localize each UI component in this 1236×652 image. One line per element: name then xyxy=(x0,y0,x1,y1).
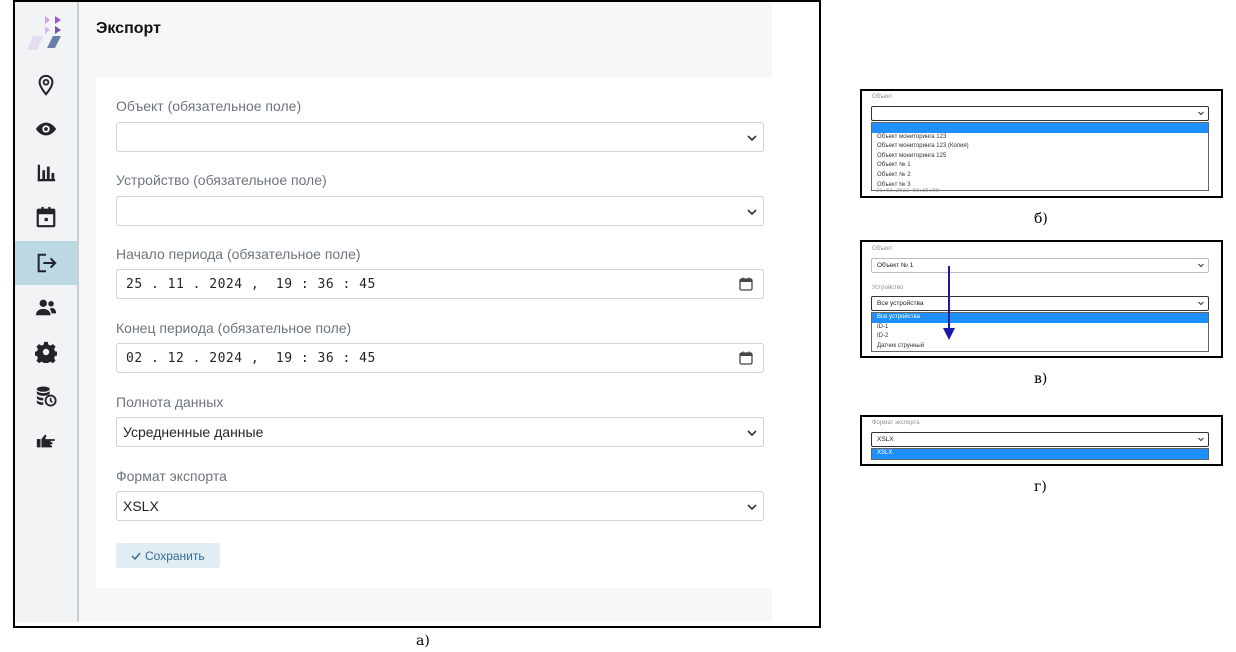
export-icon xyxy=(37,253,57,273)
export-form: Объект (обязательное поле) Устройство (о… xyxy=(96,78,772,588)
snippet-object-label: Объект xyxy=(872,94,893,100)
caption-d: г) xyxy=(1034,479,1047,495)
list-item[interactable]: Все устройства xyxy=(872,313,1208,323)
hand-point-icon xyxy=(36,434,55,448)
list-item[interactable]: ID-1 xyxy=(872,323,1208,333)
sidebar-item-archive[interactable] xyxy=(15,374,77,418)
list-item[interactable] xyxy=(872,123,1208,133)
snippet-format-label: Формат экспорта xyxy=(872,420,920,426)
page-title: Экспорт xyxy=(96,20,161,37)
app-logo xyxy=(27,16,61,50)
snippet-format-dropdown: Формат экспорта XSLX XSLX xyxy=(860,415,1223,466)
save-button[interactable]: Сохранить xyxy=(116,543,220,568)
snippet-object-options: Объект мониторинга 123 Объект мониторинг… xyxy=(871,122,1209,192)
snippet-device-select[interactable]: Все устройства xyxy=(871,296,1209,311)
snippet-object-value: Объект № 1 xyxy=(877,262,914,269)
period-start-input[interactable]: 25 . 11 . 2024 , 19 : 36 : 45 xyxy=(116,269,764,299)
period-start-value: 25 . 11 . 2024 , 19 : 36 : 45 xyxy=(126,277,376,292)
database-clock-icon xyxy=(36,386,57,407)
list-item[interactable]: XSLX xyxy=(872,449,1208,459)
list-item[interactable]: Объект № 2 xyxy=(872,171,1208,181)
snippet-object-select[interactable] xyxy=(871,106,1209,121)
period-end-label: Конец периода (обязательное поле) xyxy=(116,320,352,336)
list-item[interactable]: Объект мониторинга 123 xyxy=(872,133,1208,143)
calendar-icon[interactable] xyxy=(739,351,753,365)
snippet-object-label: Объект xyxy=(872,246,893,252)
chevron-down-icon xyxy=(1198,111,1204,116)
snippet-object-dropdown: Объект Объект мониторинга 123 Объект мон… xyxy=(860,89,1223,198)
list-item[interactable]: Объект мониторинга 125 xyxy=(872,152,1208,162)
chevron-down-icon xyxy=(747,430,757,437)
snippet-device-label: Устройство xyxy=(872,285,904,291)
format-select[interactable]: XSLX xyxy=(116,491,764,521)
period-end-value: 02 . 12 . 2024 , 19 : 36 : 45 xyxy=(126,351,376,366)
chevron-down-icon xyxy=(747,135,757,142)
caption-b: б) xyxy=(1034,211,1048,227)
snippet-format-value: XSLX xyxy=(877,436,894,443)
eye-icon xyxy=(35,122,57,136)
gear-icon xyxy=(35,341,57,363)
calendar-icon[interactable] xyxy=(739,277,753,291)
calendar-icon xyxy=(36,206,56,228)
check-icon xyxy=(131,552,141,560)
snippet-device-dropdown: Объект Объект № 1 Устройство Все устройс… xyxy=(860,240,1223,358)
sidebar-item-users[interactable] xyxy=(15,285,77,329)
object-label: Объект (обязательное поле) xyxy=(116,98,302,114)
snippet-device-options: Все устройства ID-1 ID-2 Датчик струнный xyxy=(871,312,1209,353)
sidebar-item-charts[interactable] xyxy=(15,151,77,195)
sidebar-item-map[interactable] xyxy=(15,63,77,107)
completeness-label: Полнота данных xyxy=(116,394,224,410)
map-pin-icon xyxy=(38,74,54,96)
object-select[interactable] xyxy=(116,122,764,152)
sidebar-item-export[interactable] xyxy=(15,241,77,285)
sidebar-item-events[interactable] xyxy=(15,195,77,239)
sidebar-item-actions[interactable] xyxy=(15,418,77,462)
device-label: Устройство (обязательное поле) xyxy=(116,172,327,188)
snippet-date-overlap: 21.02.2022 08:35:00 xyxy=(876,188,939,194)
period-start-label: Начало периода (обязательное поле) xyxy=(116,246,361,262)
bar-chart-icon xyxy=(37,164,56,182)
arrow-down-icon xyxy=(943,266,955,340)
list-item[interactable]: Датчик струнный xyxy=(872,342,1208,352)
content-area: Экспорт Объект (обязательное поле) Устро… xyxy=(79,2,772,622)
list-item[interactable]: Объект мониторинга 123 (Копия) xyxy=(872,142,1208,152)
period-end-input[interactable]: 02 . 12 . 2024 , 19 : 36 : 45 xyxy=(116,343,764,373)
format-label: Формат экспорта xyxy=(116,468,227,484)
chevron-down-icon xyxy=(1198,437,1204,442)
sidebar xyxy=(15,2,79,622)
main-screenshot: Экспорт Объект (обязательное поле) Устро… xyxy=(13,0,821,628)
sidebar-item-settings[interactable] xyxy=(15,330,77,374)
completeness-select[interactable]: Усредненные данные xyxy=(116,417,764,447)
caption-c: в) xyxy=(1034,371,1048,387)
list-item[interactable]: ID-2 xyxy=(872,332,1208,342)
sidebar-item-monitoring[interactable] xyxy=(15,107,77,151)
chevron-down-icon xyxy=(1198,263,1204,268)
chevron-down-icon xyxy=(747,504,757,511)
device-select[interactable] xyxy=(116,196,764,226)
snippet-format-select[interactable]: XSLX xyxy=(871,432,1209,447)
snippet-device-value: Все устройства xyxy=(877,300,924,307)
chevron-down-icon xyxy=(747,209,757,216)
completeness-value: Усредненные данные xyxy=(123,424,264,440)
snippet-object-select[interactable]: Объект № 1 xyxy=(871,258,1209,273)
list-item[interactable]: Объект № 1 xyxy=(872,161,1208,171)
caption-a: а) xyxy=(416,633,430,649)
snippet-format-options: XSLX xyxy=(871,448,1209,460)
format-value: XSLX xyxy=(123,498,159,514)
chevron-down-icon xyxy=(1198,301,1204,306)
users-icon xyxy=(35,299,57,316)
save-button-label: Сохранить xyxy=(145,548,205,563)
